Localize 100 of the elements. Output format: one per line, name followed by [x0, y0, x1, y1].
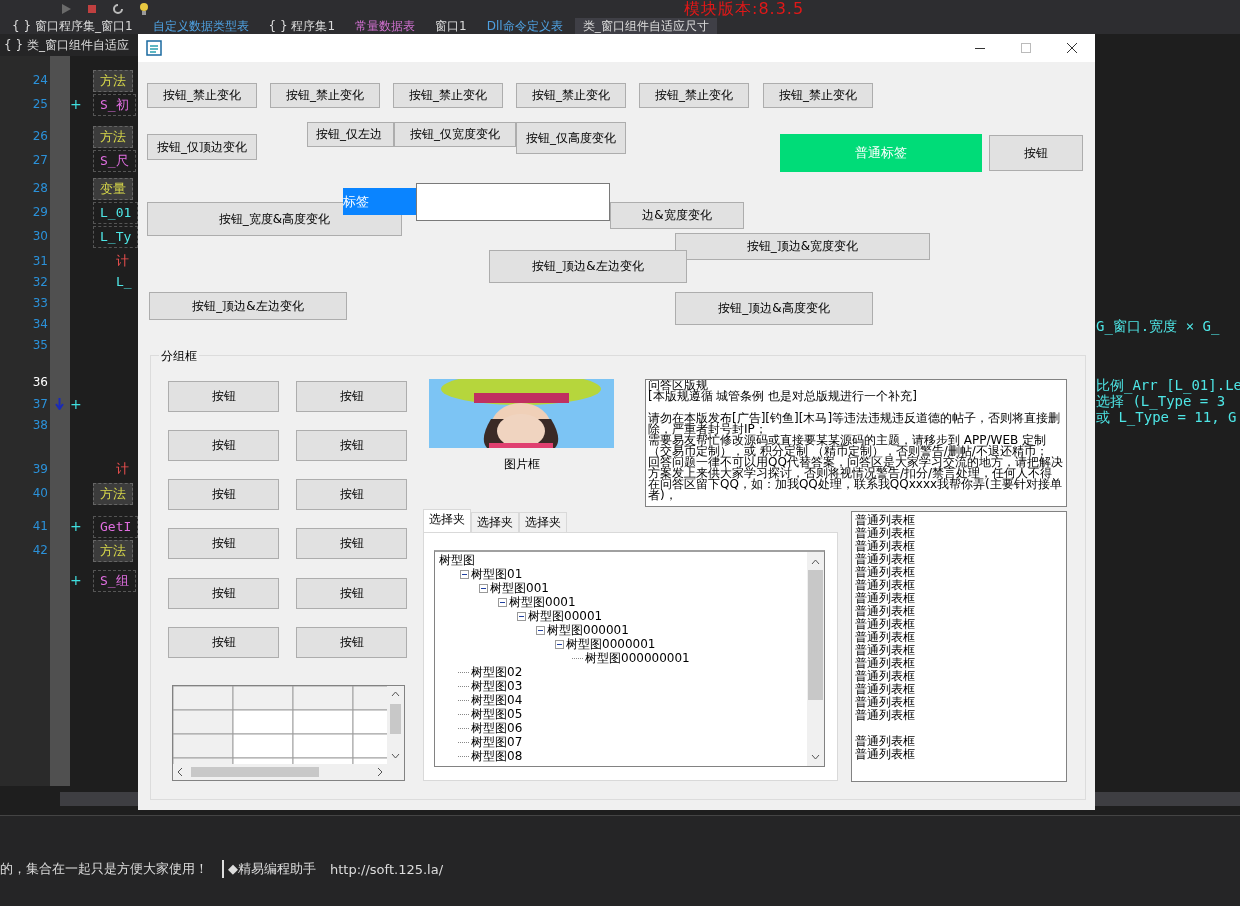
list-item[interactable]: 普通列表框 — [855, 527, 1063, 540]
line-number: 36 — [31, 374, 48, 391]
list-item[interactable]: 普通列表框 — [855, 696, 1063, 709]
code-text: 计 — [115, 460, 130, 478]
button[interactable]: 按钮 — [296, 430, 407, 461]
button[interactable]: 按钮_禁止变化 — [147, 83, 257, 108]
fold-marker[interactable]: + — [70, 394, 82, 414]
scrollbar[interactable] — [60, 792, 138, 806]
editor-tab[interactable]: 窗口1 — [427, 18, 475, 34]
tree-item[interactable]: 树型图001 — [490, 581, 549, 595]
button[interactable]: 按钮 — [168, 479, 279, 510]
button[interactable]: 边&宽度变化 — [610, 202, 744, 229]
button[interactable]: 按钮_仅顶边变化 — [147, 134, 257, 160]
list-item[interactable]: 普通列表框 — [855, 644, 1063, 657]
editor-tab[interactable]: { } 程序集1 — [260, 18, 344, 34]
tree-item[interactable]: 树型图03 — [471, 679, 523, 693]
button[interactable]: 按钮 — [296, 578, 407, 609]
tool-link[interactable]: ◆精易编程助手 — [222, 860, 316, 878]
fold-marker[interactable]: + — [70, 570, 82, 590]
button[interactable]: 按钮_禁止变化 — [393, 83, 503, 108]
button[interactable]: 按钮_仅宽度变化 — [394, 122, 516, 147]
list-item[interactable]: 普通列表框 — [855, 579, 1063, 592]
list-item[interactable]: 普通列表框 — [855, 592, 1063, 605]
list-item[interactable]: 普通列表框 — [855, 540, 1063, 553]
list-item[interactable]: 普通列表框 — [855, 709, 1063, 722]
list-item[interactable]: 普通列表框 — [855, 553, 1063, 566]
editor-tab[interactable]: 类_窗口组件自适应尺寸 — [574, 18, 717, 34]
button[interactable]: 按钮_仅左边 — [307, 122, 394, 147]
button[interactable]: 按钮 — [989, 135, 1083, 171]
code-text: 选择 (L_Type = 3 — [1096, 393, 1226, 410]
tree-item[interactable]: 树型图0001 — [509, 595, 576, 609]
list-item[interactable]: 普通列表框 — [855, 618, 1063, 631]
list-item[interactable]: 普通列表框 — [855, 514, 1063, 527]
code-text: G_窗口.宽度 × G_ — [1096, 318, 1220, 336]
button[interactable]: 按钮_禁止变化 — [516, 83, 626, 108]
tab[interactable]: 选择夹 — [519, 512, 567, 532]
tab[interactable]: 选择夹 — [471, 512, 519, 532]
tree-item[interactable]: 树型图0000001 — [566, 637, 656, 651]
line-number: 42 — [31, 542, 48, 559]
tree-item[interactable]: 树型图04 — [471, 693, 523, 707]
list-item[interactable]: 普通列表框 — [855, 670, 1063, 683]
tree-item[interactable]: 树型图05 — [471, 707, 523, 721]
fold-marker[interactable]: + — [70, 94, 82, 114]
line-number: 39 — [31, 461, 48, 478]
status-label: 普通标签 — [780, 134, 982, 172]
button[interactable]: 按钮 — [296, 528, 407, 559]
tree-item[interactable]: 树型图000001 — [547, 623, 629, 637]
tree-item[interactable]: 树型图06 — [471, 721, 523, 735]
line-number: 37 — [31, 396, 48, 413]
text-line: [本版规遵循 城管条例 也是对总版规进行一个补充] — [648, 391, 918, 402]
button[interactable]: 按钮_顶边&高度变化 — [675, 292, 873, 325]
tree-item[interactable]: 树型图08 — [471, 749, 523, 763]
line-number: 38 — [31, 417, 48, 434]
app-icon — [146, 40, 162, 56]
button[interactable]: 按钮 — [168, 627, 279, 658]
tree-item[interactable]: 树型图02 — [471, 665, 523, 679]
data-grid[interactable] — [172, 685, 405, 781]
button[interactable]: 按钮_顶边&左边变化 — [149, 292, 347, 320]
button[interactable]: 按钮 — [168, 430, 279, 461]
tree-item[interactable]: 树型图00001 — [528, 609, 603, 623]
list-item[interactable]: 普通列表框 — [855, 631, 1063, 644]
button[interactable]: 按钮_禁止变化 — [639, 83, 749, 108]
scrollbar[interactable] — [1095, 792, 1240, 806]
list-item[interactable]: 普通列表框 — [855, 735, 1063, 748]
text-field[interactable] — [416, 183, 610, 221]
text-area[interactable] — [645, 379, 1067, 507]
tree-item[interactable]: 树型图07 — [471, 735, 523, 749]
button[interactable]: 按钮_禁止变化 — [270, 83, 380, 108]
button[interactable]: 按钮 — [168, 578, 279, 609]
editor-tab[interactable]: 自定义数据类型表 — [144, 18, 257, 34]
breadcrumb: { } 类_窗口组件自适应 — [0, 34, 138, 56]
text-line: 需要易友帮忙修改源码或直接要某某源码的主题，请移步到 APP/WEB 定制（交易币定制），或 积分定制 （精币定制），否则警告/删帖/不退还精币； — [648, 435, 1048, 457]
url-link[interactable]: http://soft.125.la/ — [330, 861, 444, 877]
button[interactable]: 按钮 — [168, 528, 279, 559]
editor-tab[interactable]: { } 窗口程序集_窗口1 — [4, 18, 141, 34]
list-item[interactable]: 普通列表框 — [855, 683, 1063, 696]
tree-item[interactable]: 树型图000000001 — [585, 651, 690, 665]
button[interactable]: 按钮 — [168, 381, 279, 412]
tab[interactable]: 选择夹 — [423, 509, 471, 532]
list-box[interactable]: 普通列表框 普通列表框 普通列表框 普通列表框 普通列表框 普通列表框 普通列表框 普通列表框 普通列表框 普通列表框 普通列表框 普通列表框 普通列表框 普通列表框 普通列表框 普通列表框 普通列表框 普通列表框 — [851, 511, 1067, 782]
button[interactable]: 按钮_顶边&宽度变化 — [675, 233, 930, 260]
fold-marker[interactable]: + — [70, 516, 82, 536]
button[interactable]: 按钮 — [296, 381, 407, 412]
button[interactable]: 按钮_禁止变化 — [763, 83, 873, 108]
tree-view[interactable]: 树型图 树型图01 树型图001 树型图0001 树型图00001 树型图000001 树型图0000001 树型图000000001 树型图02 树型图03 树型图04 树型图05 树型图06 树型图07 树型图08 — [434, 550, 825, 767]
code-text: 计 — [115, 252, 130, 270]
button[interactable]: 按钮_仅高度变化 — [516, 122, 626, 154]
list-item[interactable]: 普通列表框 — [855, 748, 1063, 761]
editor-tab[interactable]: Dll命令定义表 — [478, 18, 571, 34]
tree-item[interactable]: 树型图 — [439, 553, 475, 567]
list-item[interactable]: 普通列表框 — [855, 605, 1063, 618]
list-item[interactable]: 普通列表框 — [855, 657, 1063, 670]
tree-item[interactable]: 树型图01 — [471, 567, 523, 581]
line-number: 25 — [31, 96, 48, 113]
list-item[interactable]: 普通列表框 — [855, 566, 1063, 579]
button[interactable]: 按钮 — [296, 627, 407, 658]
button[interactable]: 按钮_顶边&左边变化 — [489, 250, 687, 283]
code-text: 方法 — [93, 483, 133, 505]
editor-tab[interactable]: 常量数据表 — [347, 18, 424, 34]
button[interactable]: 按钮 — [296, 479, 407, 510]
